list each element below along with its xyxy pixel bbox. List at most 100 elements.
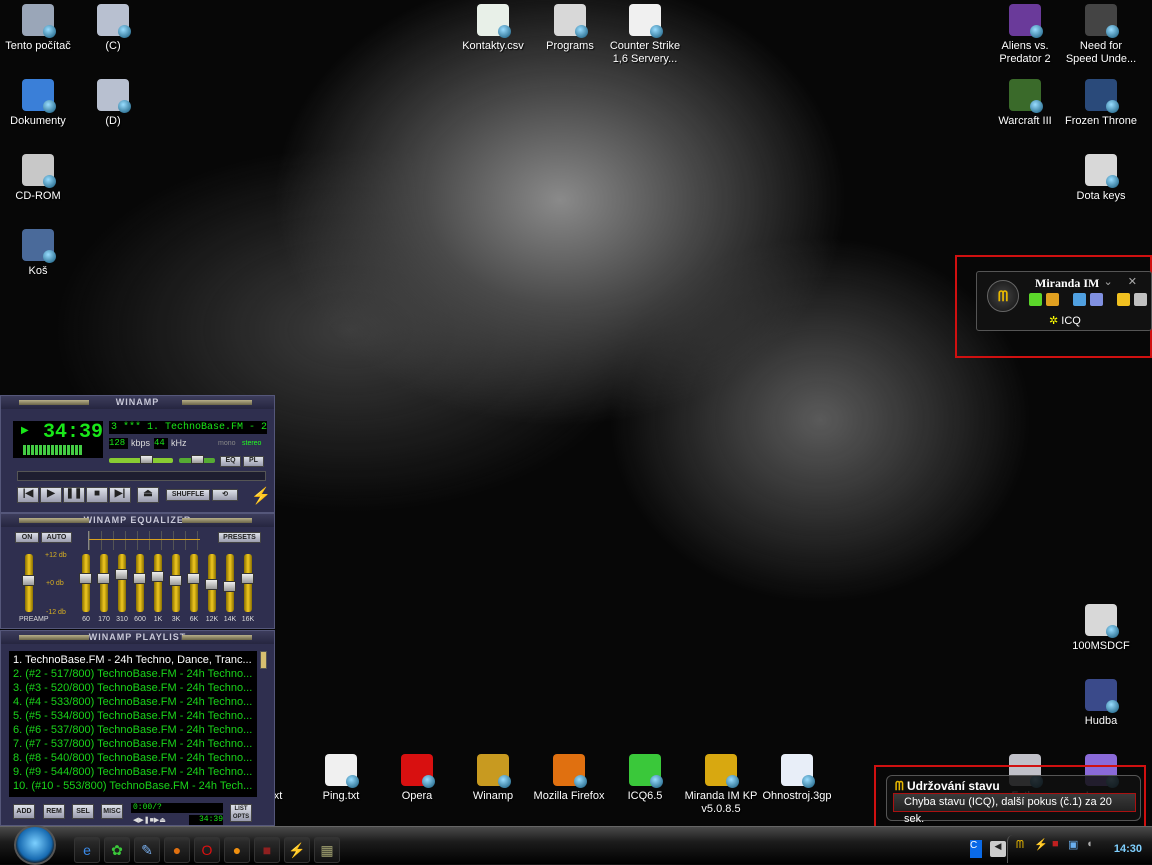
- desktop-icon[interactable]: ICQ6.5: [607, 752, 683, 803]
- desktop-icon[interactable]: Dota keys: [1063, 152, 1139, 203]
- eq-band-slider[interactable]: [223, 554, 236, 612]
- eq-band-slider[interactable]: [205, 554, 218, 612]
- desktop-icon[interactable]: Kontakty.csv: [455, 2, 531, 53]
- play-button[interactable]: ▶: [40, 487, 62, 503]
- previous-button[interactable]: |◀: [17, 487, 39, 503]
- track-title-display[interactable]: 3 *** 1. TechnoBase.FM - 24h T: [109, 421, 267, 434]
- status-notification-popup[interactable]: ᗰ Udržování stavu Chyba stavu (ICQ), dal…: [886, 775, 1141, 825]
- editor-icon[interactable]: ✎: [134, 837, 160, 863]
- playlist-item[interactable]: 4. (#4 - 533/800) TechnoBase.FM - 24h Te…: [13, 695, 257, 709]
- eq-band-slider[interactable]: [115, 554, 128, 612]
- miranda-status-icq[interactable]: ✲ ICQ: [1049, 314, 1081, 327]
- eq-knob[interactable]: [115, 569, 128, 581]
- winamp-equalizer-window[interactable]: WINAMP EQUALIZER ON AUTO PRESETS +12 db …: [0, 513, 275, 629]
- pause-button[interactable]: ❚❚: [63, 487, 85, 503]
- desktop-icon[interactable]: Mozilla Firefox: [531, 752, 607, 803]
- eq-knob[interactable]: [241, 573, 254, 585]
- eject-button[interactable]: ⏏: [137, 487, 159, 503]
- winamp-playlist-window[interactable]: WINAMP PLAYLIST 1. TechnoBase.FM - 24h T…: [0, 630, 275, 826]
- eq-band-slider[interactable]: [151, 554, 164, 612]
- playlist-item[interactable]: 3. (#3 - 520/800) TechnoBase.FM - 24h Te…: [13, 681, 257, 695]
- miranda-toolbar-icon[interactable]: [1117, 293, 1130, 306]
- playlist-select-button[interactable]: SEL: [72, 804, 94, 819]
- miranda-logo-icon[interactable]: ᗰ: [987, 280, 1019, 312]
- messenger-icon[interactable]: ●: [224, 837, 250, 863]
- playlist-titlebar[interactable]: WINAMP PLAYLIST: [1, 631, 274, 644]
- playlist-remove-button[interactable]: REM: [43, 804, 65, 819]
- miranda-tray-icon[interactable]: ᗰ: [1016, 839, 1024, 852]
- network-tray-icon[interactable]: ▣: [1068, 838, 1078, 851]
- tray-expand-button[interactable]: ◀: [990, 841, 1006, 857]
- eq-knob[interactable]: [79, 573, 92, 585]
- preamp-slider[interactable]: [22, 554, 35, 612]
- eq-knob[interactable]: [205, 578, 218, 590]
- winamp-main-window[interactable]: WINAMP ▶ 34:39 3 *** 1. TechnoBase.FM - …: [0, 395, 275, 513]
- stop-button[interactable]: ■: [86, 487, 108, 503]
- eq-knob[interactable]: [97, 573, 110, 585]
- winamp-icon[interactable]: ⚡: [284, 837, 310, 863]
- image-app-icon[interactable]: ▦: [314, 837, 340, 863]
- desktop-icon[interactable]: Tento počítač: [0, 2, 76, 53]
- eq-presets-button[interactable]: PRESETS: [218, 532, 261, 543]
- eq-toggle-button[interactable]: EQ: [220, 456, 241, 467]
- firefox-icon[interactable]: ●: [164, 837, 190, 863]
- desktop-icon[interactable]: Programs: [532, 2, 608, 53]
- internet-explorer-icon[interactable]: e: [74, 837, 100, 863]
- playlist-add-button[interactable]: ADD: [13, 804, 35, 819]
- icq-icon[interactable]: ✿: [104, 837, 130, 863]
- eq-band-slider[interactable]: [187, 554, 200, 612]
- playlist-item[interactable]: 7. (#7 - 537/800) TechnoBase.FM - 24h Te…: [13, 737, 257, 751]
- playlist-mini-controls[interactable]: ◀▶❚■▶⏏: [133, 816, 166, 824]
- eq-knob[interactable]: [133, 573, 146, 585]
- winamp-tray-icon[interactable]: ⚡: [1034, 838, 1048, 851]
- desktop-icon[interactable]: Ping.txt: [303, 752, 379, 803]
- eq-knob[interactable]: [223, 580, 236, 592]
- playlist-toggle-button[interactable]: PL: [243, 456, 264, 467]
- eq-knob[interactable]: [187, 573, 200, 585]
- volume-knob[interactable]: [139, 455, 153, 464]
- eq-band-slider[interactable]: [79, 554, 92, 612]
- playlist-list[interactable]: 1. TechnoBase.FM - 24h Techno, Dance, Tr…: [9, 651, 257, 797]
- balance-slider[interactable]: [179, 455, 215, 464]
- playlist-item[interactable]: 2. (#2 - 517/800) TechnoBase.FM - 24h Te…: [13, 667, 257, 681]
- eq-knob[interactable]: [151, 571, 164, 583]
- desktop-icon[interactable]: Koš: [0, 227, 76, 278]
- eq-band-slider[interactable]: [241, 554, 254, 612]
- eq-knob[interactable]: [22, 575, 35, 587]
- desktop-icon[interactable]: (C): [75, 2, 151, 53]
- playlist-scrollbar[interactable]: [260, 651, 267, 669]
- desktop-icon[interactable]: Ohnostroj.3gp: [759, 752, 835, 803]
- miranda-toolbar-icon[interactable]: [1090, 293, 1103, 306]
- equalizer-titlebar[interactable]: WINAMP EQUALIZER: [1, 514, 274, 527]
- desktop-icon[interactable]: Dokumenty: [0, 77, 76, 128]
- miranda-toolbar-icon[interactable]: [1029, 293, 1042, 306]
- desktop-icon[interactable]: 100MSDCF: [1063, 602, 1139, 653]
- opera-icon[interactable]: O: [194, 837, 220, 863]
- playlist-item[interactable]: 5. (#5 - 534/800) TechnoBase.FM - 24h Te…: [13, 709, 257, 723]
- playlist-item[interactable]: 6. (#6 - 537/800) TechnoBase.FM - 24h Te…: [13, 723, 257, 737]
- winamp-visualizer[interactable]: ▶ 34:39: [13, 421, 103, 458]
- language-indicator[interactable]: C: [970, 840, 982, 858]
- winamp-logo-icon[interactable]: ⚡: [251, 486, 271, 506]
- miranda-toolbar-icon[interactable]: [1134, 293, 1147, 306]
- eq-on-button[interactable]: ON: [15, 532, 39, 543]
- playlist-item[interactable]: 9. (#9 - 544/800) TechnoBase.FM - 24h Te…: [13, 765, 257, 779]
- app-tray-icon[interactable]: ■: [1052, 838, 1059, 850]
- eq-band-slider[interactable]: [133, 554, 146, 612]
- eq-knob[interactable]: [169, 575, 182, 587]
- volume-tray-icon[interactable]: ◖: [1086, 838, 1093, 850]
- clock[interactable]: 14:30: [1114, 843, 1142, 855]
- miranda-window-controls[interactable]: ⌄ ✕: [1104, 275, 1144, 288]
- desktop-icon[interactable]: Miranda IM KP v5.0.8.5: [683, 752, 759, 816]
- miranda-toolbar-icon[interactable]: [1046, 293, 1059, 306]
- miranda-im-window[interactable]: ᗰ Miranda IM ⌄ ✕ ✲ ICQ: [976, 271, 1152, 331]
- desktop-icon[interactable]: Opera: [379, 752, 455, 803]
- desktop-icon[interactable]: Hudba: [1063, 677, 1139, 728]
- seek-bar[interactable]: [17, 471, 266, 481]
- playlist-item[interactable]: 8. (#8 - 540/800) TechnoBase.FM - 24h Te…: [13, 751, 257, 765]
- desktop-icon[interactable]: (D): [75, 77, 151, 128]
- start-button[interactable]: [14, 825, 56, 865]
- list-options-button[interactable]: LIST OPTS: [230, 804, 252, 822]
- desktop-icon[interactable]: Aliens vs. Predator 2: [987, 2, 1063, 66]
- desktop-icon[interactable]: Frozen Throne: [1063, 77, 1139, 128]
